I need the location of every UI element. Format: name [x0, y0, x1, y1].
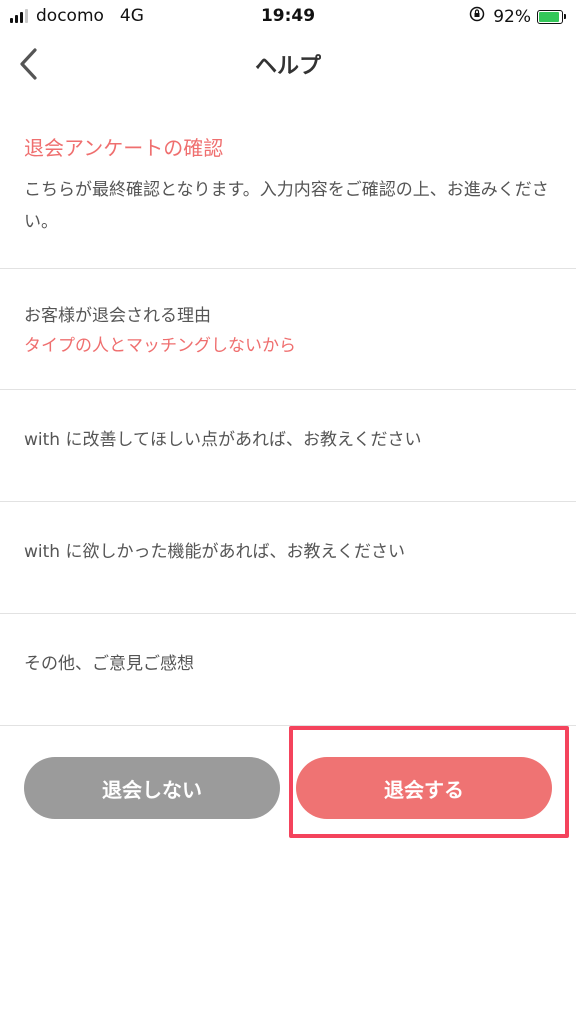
- confirmation-description: こちらが最終確認となります。入力内容をご確認の上、お進みください。: [24, 180, 549, 232]
- network-label: 4G: [119, 6, 144, 26]
- carrier-label: docomo: [36, 6, 104, 26]
- other-feedback-label: その他、ご意見ご感想: [24, 654, 194, 674]
- page-title: ヘルプ: [254, 54, 321, 79]
- status-right: 92%: [469, 6, 566, 27]
- orientation-lock-icon: [469, 6, 485, 27]
- status-bar: docomo 4G 19:49 92%: [0, 0, 576, 34]
- other-feedback-section: その他、ご意見ご感想: [0, 614, 576, 726]
- navigation-bar: ヘルプ: [0, 34, 576, 94]
- reason-value: タイプの人とマッチングしないから: [24, 336, 296, 356]
- battery-percent: 92%: [493, 6, 531, 27]
- confirmation-heading: 退会アンケートの確認: [24, 136, 224, 160]
- cancel-withdrawal-button[interactable]: 退会しない: [24, 757, 280, 819]
- improvement-question-label: with に改善してほしい点があれば、お教えください: [24, 430, 422, 450]
- status-left: docomo 4G: [10, 6, 144, 26]
- reason-label: お客様が退会される理由: [24, 306, 211, 326]
- feature-question-label: with に欲しかった機能があれば、お教えください: [24, 542, 405, 562]
- battery-icon: [537, 9, 566, 24]
- signal-icon: [10, 9, 28, 23]
- confirm-withdrawal-button[interactable]: 退会する: [296, 757, 552, 819]
- confirmation-section: 退会アンケートの確認 こちらが最終確認となります。入力内容をご確認の上、お進みく…: [0, 94, 576, 269]
- feature-question-section: with に欲しかった機能があれば、お教えください: [0, 502, 576, 614]
- improvement-question-section: with に改善してほしい点があれば、お教えください: [0, 390, 576, 502]
- reason-section: お客様が退会される理由 タイプの人とマッチングしないから: [0, 269, 576, 390]
- battery-fill: [539, 11, 560, 22]
